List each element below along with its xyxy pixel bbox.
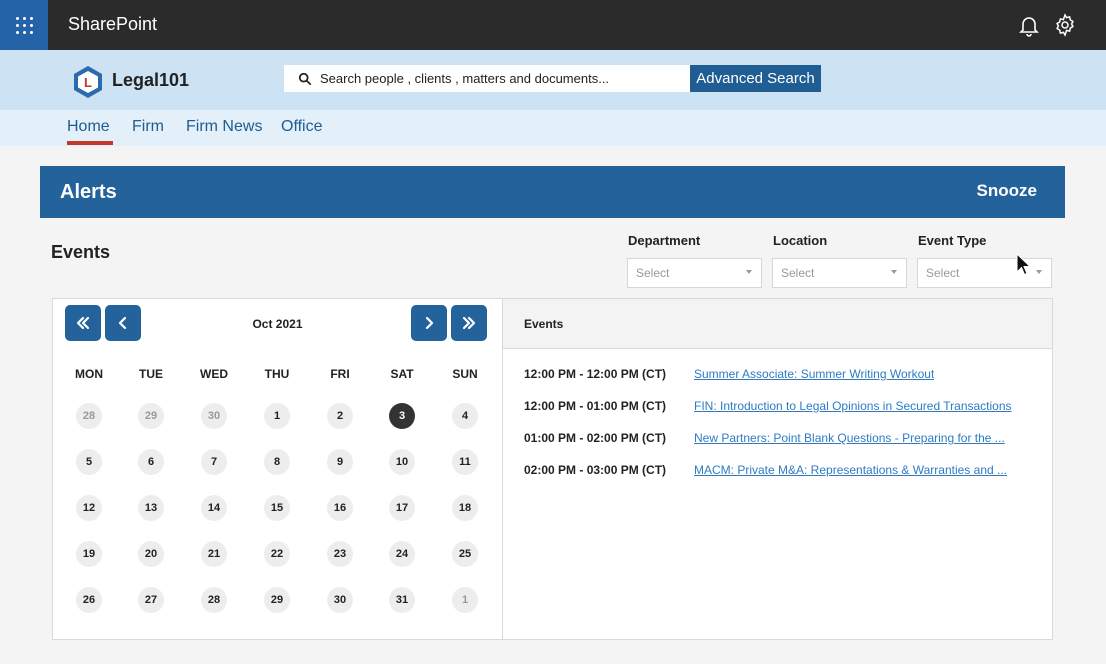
calendar-day[interactable]: 30 bbox=[327, 587, 353, 613]
calendar-day[interactable]: 19 bbox=[76, 541, 102, 567]
weekday-header: FRI bbox=[330, 367, 350, 381]
events-title: Events bbox=[51, 242, 111, 262]
calendar-day[interactable]: 29 bbox=[264, 587, 290, 613]
mouse-cursor-icon bbox=[1016, 253, 1032, 276]
alerts-title: Alerts bbox=[60, 181, 117, 203]
event-time: 12:00 PM - 12:00 PM (CT) bbox=[524, 367, 667, 381]
calendar-day[interactable]: 15 bbox=[264, 495, 290, 521]
alerts-banner: Alerts Snooze bbox=[40, 166, 1065, 218]
suite-brand[interactable]: SharePoint bbox=[68, 14, 157, 35]
calendar-day[interactable]: 27 bbox=[138, 587, 164, 613]
calendar-day[interactable]: 28 bbox=[201, 587, 227, 613]
svg-text:L: L bbox=[84, 75, 92, 90]
event-link[interactable]: New Partners: Point Blank Questions - Pr… bbox=[694, 431, 1005, 445]
calendar-day[interactable]: 1 bbox=[452, 587, 478, 613]
calendar-day[interactable]: 6 bbox=[138, 449, 164, 475]
calendar-day[interactable]: 8 bbox=[264, 449, 290, 475]
next-year-button[interactable] bbox=[451, 305, 487, 341]
calendar-day[interactable]: 30 bbox=[201, 403, 227, 429]
weekday-header: THU bbox=[264, 367, 290, 381]
weekday-header: SUN bbox=[452, 367, 478, 381]
search-input[interactable] bbox=[320, 71, 680, 86]
calendar-day[interactable]: 21 bbox=[201, 541, 227, 567]
nav-item-office[interactable]: Office bbox=[281, 118, 323, 136]
weekday-header: WED bbox=[200, 367, 228, 381]
calendar-day[interactable]: 25 bbox=[452, 541, 478, 567]
department-select-value: Select bbox=[636, 266, 670, 280]
previous-month-button[interactable] bbox=[105, 305, 141, 341]
double-chevron-left-icon bbox=[76, 316, 90, 330]
calendar-day[interactable]: 1 bbox=[264, 403, 290, 429]
calendar-day[interactable]: 12 bbox=[76, 495, 102, 521]
chevron-left-icon bbox=[118, 316, 127, 330]
calendar-day[interactable]: 29 bbox=[138, 403, 164, 429]
chevron-right-icon bbox=[425, 316, 434, 330]
event-time: 02:00 PM - 03:00 PM (CT) bbox=[524, 463, 667, 477]
events-list-title: Events bbox=[524, 317, 564, 331]
search-box[interactable] bbox=[284, 65, 690, 92]
advanced-search-button[interactable]: Advanced Search bbox=[690, 65, 821, 92]
search-icon bbox=[298, 72, 312, 85]
calendar-day[interactable]: 11 bbox=[452, 449, 478, 475]
calendar-day[interactable]: 9 bbox=[327, 449, 353, 475]
calendar-day[interactable]: 13 bbox=[138, 495, 164, 521]
bell-icon[interactable] bbox=[1017, 13, 1041, 37]
suite-bar bbox=[0, 0, 1106, 50]
chevron-down-icon bbox=[746, 270, 752, 274]
department-select[interactable]: Select bbox=[627, 258, 762, 288]
events-list-header bbox=[503, 299, 1052, 349]
top-navigation bbox=[0, 110, 1106, 146]
double-chevron-right-icon bbox=[462, 316, 476, 330]
nav-item-home[interactable]: Home bbox=[67, 118, 110, 136]
nav-active-indicator bbox=[67, 141, 113, 145]
calendar-day[interactable]: 23 bbox=[327, 541, 353, 567]
app-launcher-button[interactable] bbox=[0, 0, 48, 50]
calendar-day[interactable]: 16 bbox=[327, 495, 353, 521]
chevron-down-icon bbox=[1036, 270, 1042, 274]
next-month-button[interactable] bbox=[411, 305, 447, 341]
site-name[interactable]: Legal101 bbox=[112, 70, 189, 91]
panel-divider bbox=[502, 299, 503, 639]
calendar-day[interactable]: 26 bbox=[76, 587, 102, 613]
calendar-day[interactable]: 17 bbox=[389, 495, 415, 521]
calendar-day[interactable]: 2 bbox=[327, 403, 353, 429]
location-label: Location bbox=[773, 233, 828, 248]
location-select-value: Select bbox=[781, 266, 815, 280]
calendar-day[interactable]: 10 bbox=[389, 449, 415, 475]
waffle-icon bbox=[15, 16, 33, 34]
calendar-day[interactable]: 18 bbox=[452, 495, 478, 521]
event-type-select-value: Select bbox=[926, 266, 960, 280]
calendar-day[interactable]: 22 bbox=[264, 541, 290, 567]
calendar-day[interactable]: 5 bbox=[76, 449, 102, 475]
event-link[interactable]: FIN: Introduction to Legal Opinions in S… bbox=[694, 399, 1012, 413]
site-logo-icon[interactable]: L bbox=[72, 65, 104, 99]
calendar-day[interactable]: 20 bbox=[138, 541, 164, 567]
chevron-down-icon bbox=[891, 270, 897, 274]
nav-item-firm-news[interactable]: Firm News bbox=[186, 118, 262, 136]
weekday-header: TUE bbox=[139, 367, 163, 381]
calendar-day[interactable]: 4 bbox=[452, 403, 478, 429]
calendar-day-today[interactable]: 3 bbox=[389, 403, 415, 429]
event-link[interactable]: MACM: Private M&A: Representations & War… bbox=[694, 463, 1007, 477]
calendar-day[interactable]: 28 bbox=[76, 403, 102, 429]
event-time: 12:00 PM - 01:00 PM (CT) bbox=[524, 399, 667, 413]
calendar-day[interactable]: 14 bbox=[201, 495, 227, 521]
weekday-header: SAT bbox=[390, 367, 414, 381]
calendar-day[interactable]: 31 bbox=[389, 587, 415, 613]
location-select[interactable]: Select bbox=[772, 258, 907, 288]
nav-item-firm[interactable]: Firm bbox=[132, 118, 164, 136]
event-type-label: Event Type bbox=[918, 233, 987, 248]
calendar-day[interactable]: 24 bbox=[389, 541, 415, 567]
weekday-header: MON bbox=[75, 367, 103, 381]
gear-icon[interactable] bbox=[1053, 13, 1077, 37]
calendar-day[interactable]: 7 bbox=[201, 449, 227, 475]
snooze-button[interactable]: Snooze bbox=[977, 181, 1037, 201]
department-label: Department bbox=[628, 233, 701, 248]
event-time: 01:00 PM - 02:00 PM (CT) bbox=[524, 431, 667, 445]
event-link[interactable]: Summer Associate: Summer Writing Workout bbox=[694, 367, 934, 381]
previous-year-button[interactable] bbox=[65, 305, 101, 341]
calendar-month-label: Oct 2021 bbox=[252, 317, 303, 331]
